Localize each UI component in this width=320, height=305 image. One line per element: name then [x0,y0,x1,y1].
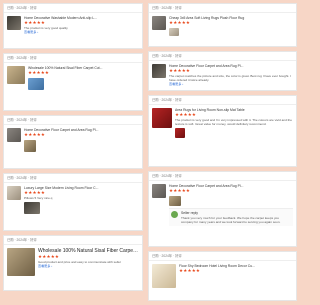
star-rating: ★★★★★ [169,188,191,194]
review-card: 已购 · 2024年 · 好评 Home Decorative Floor Ca… [148,171,297,247]
product-thumbnail[interactable] [152,64,166,78]
left-review-column: 已购 · 2024年 · 好评 Home Decorative Washable… [3,0,143,295]
product-thumbnail[interactable] [7,66,25,84]
review-card: 已购 · 2024年 · 好评 Floor Shy Bedroom Hotel … [148,251,297,301]
card-header: 已购 · 2024年 · 好评 [4,236,142,245]
see-more-link[interactable]: 查看更多 › [38,264,139,268]
card-header: 已购 · 2024年 · 好评 [4,116,142,125]
star-rating: ★★★★★ [24,132,46,138]
card-header: 已购 · 2024年 · 好评 [149,4,296,13]
product-thumbnail[interactable] [152,108,172,128]
review-card: 已购 · 2024年 · 好评 Luxury Large Size Modern… [3,173,143,231]
review-photo[interactable] [169,28,179,37]
product-thumbnail[interactable] [7,16,21,30]
card-header: 已购 · 2024年 · 好评 [149,52,296,61]
product-thumbnail[interactable] [152,264,176,288]
star-rating: ★★★★★ [169,20,191,26]
review-card: 已购 · 2024年 · 好评 Home Decorative Floor Ca… [148,51,297,91]
review-card: 已购 · 2024年 · 好评 Area Rugs for Living Roo… [148,95,297,167]
right-review-column: 已购 · 2024年 · 好评 Cheap 3x5 Area Soft Livi… [148,0,297,305]
review-card: 已购 · 2024年 · 好评 Cheap 3x5 Area Soft Livi… [148,3,297,47]
product-thumbnail[interactable] [7,128,21,142]
product-thumbnail[interactable] [152,184,166,198]
review-photo[interactable] [169,196,181,207]
review-card: 已购 · 2024年 · 好评 Home Decorative Washable… [3,3,143,49]
seller-reply: Seller reply Thank you very much for you… [169,208,293,226]
review-card: 已购 · 2024年 · 好评 Wholesale 100% Natural S… [3,235,143,291]
product-thumbnail[interactable] [7,186,21,200]
card-header: 已购 · 2024年 · 好评 [4,4,142,13]
star-rating: ★★★★★ [179,268,201,274]
review-photo[interactable] [175,128,185,139]
review-text: Pillows 5 Very nice q [24,196,53,201]
review-card: 已购 · 2024年 · 好评 Home Decorative Floor Ca… [3,115,143,169]
review-card: 已购 · 2024年 · 好评 Wholesale 100% Natural S… [3,53,143,111]
card-header: 已购 · 2024年 · 好评 [4,174,142,183]
review-text: The product is very good and I'm very im… [175,118,292,127]
see-more-link[interactable]: 查看更多 › [24,30,139,34]
card-header: 已购 · 2024年 · 好评 [149,172,296,181]
star-rating: ★★★★★ [28,70,50,76]
review-photo[interactable] [24,202,40,215]
card-header: 已购 · 2024年 · 好评 [149,252,296,261]
product-thumbnail[interactable] [152,16,166,30]
review-photo[interactable] [24,140,36,153]
reply-text: Thank you very much for your feedback. W… [181,215,281,224]
card-header: 已购 · 2024年 · 好评 [4,54,142,63]
card-header: 已购 · 2024年 · 好评 [149,96,296,105]
review-text: The carpet matches the picture and size,… [169,74,291,83]
avatar [171,211,178,219]
review-photo[interactable] [28,78,44,91]
see-more-link[interactable]: 查看更多 › [169,82,293,86]
product-thumbnail[interactable] [7,248,35,276]
